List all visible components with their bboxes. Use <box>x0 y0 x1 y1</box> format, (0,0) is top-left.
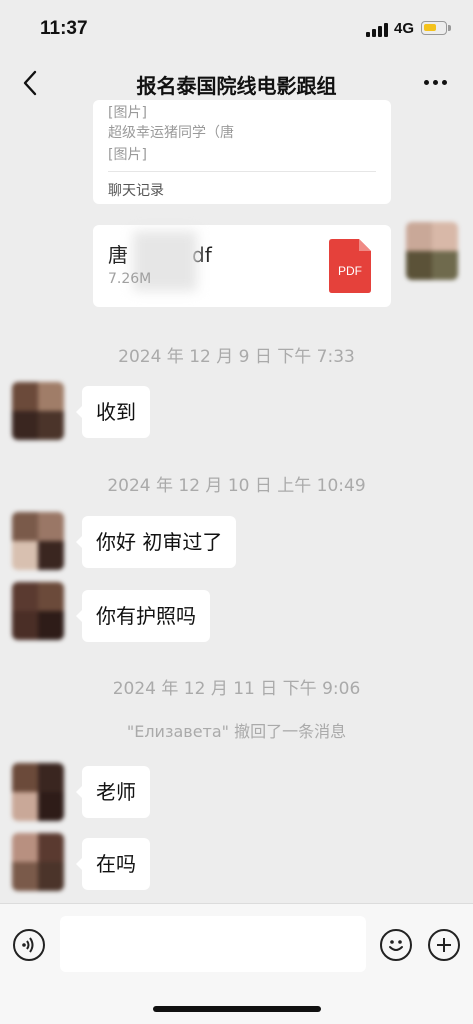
history-line: 超级幸运猪同学（唐 <box>108 125 234 141</box>
message-bubble[interactable]: 在吗 <box>76 838 150 890</box>
message-bubble[interactable]: 你有护照吗 <box>76 590 210 642</box>
status-time: 11:37 <box>40 18 88 39</box>
history-footer: 聊天记录 <box>108 183 164 199</box>
signal-icon <box>366 23 388 37</box>
pdf-file-icon: PDF <box>329 239 371 293</box>
status-bar: 11:37 4G <box>0 0 473 58</box>
contact-avatar[interactable] <box>12 382 64 440</box>
home-indicator <box>153 1006 321 1012</box>
contact-avatar[interactable] <box>12 763 64 821</box>
chat-title: 报名泰国院线电影跟组 <box>136 74 337 98</box>
contact-avatar[interactable] <box>12 833 64 891</box>
more-icon[interactable] <box>421 72 451 92</box>
chat-history-card[interactable]: [图片] 超级幸运猪同学（唐 [图片] 聊天记录 <box>93 100 391 204</box>
pdf-label: PDF <box>338 264 362 278</box>
plus-icon[interactable] <box>428 929 460 961</box>
timestamp: 2024 年 12 月 9 日 下午 7:33 <box>118 347 355 367</box>
contact-avatar[interactable] <box>12 512 64 570</box>
file-name-start: 唐 <box>108 243 128 267</box>
message-input[interactable] <box>60 916 366 972</box>
message-bubble[interactable]: 你好 初审过了 <box>75 516 237 568</box>
history-line: [图片] <box>108 147 147 163</box>
message-bubble[interactable]: 收到 <box>76 386 150 438</box>
recall-notice: "Елизавета" 撤回了一条消息 <box>126 722 347 741</box>
history-line: [图片] <box>108 105 147 121</box>
my-avatar[interactable] <box>406 222 458 280</box>
divider <box>108 171 376 172</box>
timestamp: 2024 年 12 月 10 日 上午 10:49 <box>107 476 366 496</box>
message-bubble[interactable]: 老师 <box>76 766 150 818</box>
back-arrow-icon[interactable] <box>18 68 48 98</box>
voice-icon[interactable] <box>13 929 45 961</box>
network-type: 4G <box>394 20 415 37</box>
file-size: 7.26M <box>108 271 152 287</box>
battery-icon <box>421 21 451 35</box>
contact-avatar[interactable] <box>12 582 64 640</box>
emoji-icon[interactable] <box>380 929 412 961</box>
timestamp: 2024 年 12 月 11 日 下午 9:06 <box>112 679 361 699</box>
file-message[interactable]: 唐 df 7.26M PDF <box>93 225 391 307</box>
